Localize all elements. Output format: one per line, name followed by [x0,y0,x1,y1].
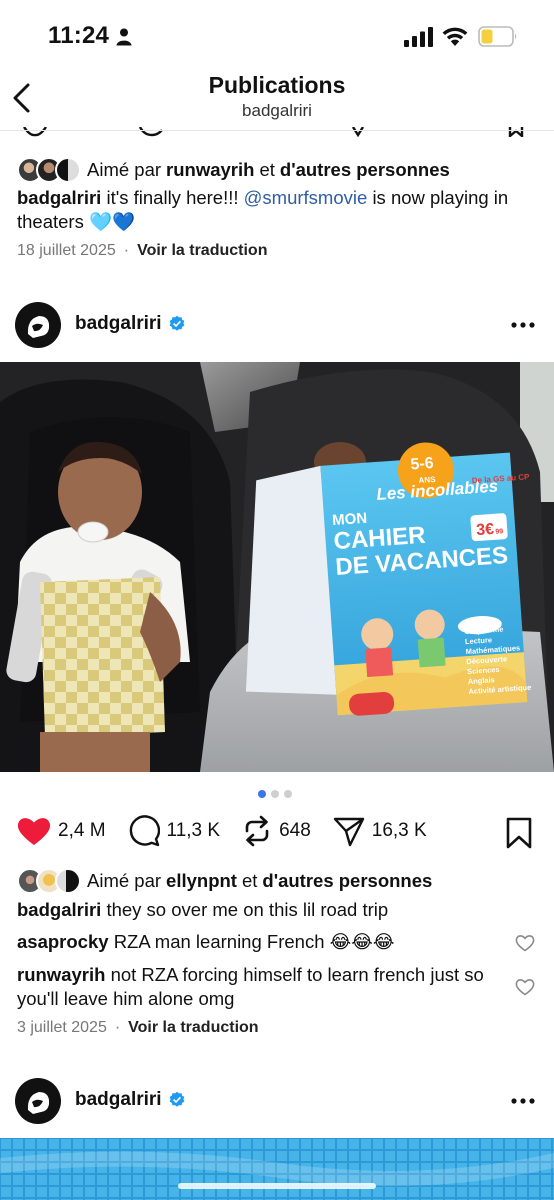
avatar[interactable] [15,302,61,348]
comment-button[interactable]: 11,3 K [128,815,221,847]
liked-and: et [241,870,258,891]
comment-item: runwayrih not RZA forcing himself to lea… [17,963,507,1011]
carousel-dot [258,790,266,798]
comments-count: 11,3 K [166,820,221,841]
wifi-icon [442,27,468,46]
post-meta: 3 juillet 2025 · Voir la traduction [17,1019,259,1037]
post-actions: 2,4 M 11,3 K 648 16,3 K [17,815,449,847]
post-caption: badgalriri they so over me on this lil r… [17,898,537,922]
signal-icon [404,27,433,47]
caption-username[interactable]: badgalriri [17,187,101,208]
like-button[interactable]: 2,4 M [17,816,106,846]
liked-prefix: Aimé par [87,870,162,891]
post-date: 3 juillet 2025 [17,1019,107,1036]
shares-count: 16,3 K [371,820,427,841]
comment-like-icon[interactable] [515,934,535,952]
home-indicator [178,1183,376,1189]
caption-text: it's finally here!!! [106,187,239,208]
avatar [55,868,81,894]
reposts-count: 648 [279,820,311,841]
avatar[interactable] [15,1078,61,1124]
person-icon [116,28,132,46]
next-post-image[interactable] [0,1138,554,1200]
header-divider [0,130,554,131]
status-time: 11:24 [48,22,110,49]
comment-icon [138,127,163,137]
page-title: Publications [208,72,346,98]
share-icon [333,817,364,847]
comment-item: asaprocky RZA man learning French 😂😂😂 [17,930,507,954]
heart-filled-icon [17,818,51,845]
carousel-dot [271,790,279,798]
book-ages: 5-6 [410,455,434,474]
verified-icon [169,1091,184,1107]
next-post-username[interactable]: badgalriri [75,1089,186,1111]
carousel-dot [284,790,292,798]
username-text[interactable]: badgalriri [75,313,162,335]
book-price-cents: 99 [495,528,503,536]
liked-by-row[interactable]: Aimé par ellynpnt et d'autres personnes [17,867,437,895]
liked-others[interactable]: d'autres personnes [280,159,450,180]
battery-icon [478,26,517,47]
post-image[interactable]: 5-6 ANS Les incollables MON CAHIER DE VA… [0,362,554,772]
liker-avatars [17,868,81,894]
liker-avatars [17,157,81,183]
book-subject: Anglais [467,675,495,686]
comment-text: RZA man learning French 😂😂😂 [113,931,395,952]
prev-caption: badgalriri it's finally here!!! @smurfsm… [17,186,537,234]
likes-count: 2,4 M [58,820,106,841]
caption-username[interactable]: badgalriri [17,899,101,920]
page-subtitle: badgalriri [242,101,312,120]
book-price: 3€ [476,521,495,539]
username-text[interactable]: badgalriri [75,1089,162,1111]
liked-prefix: Aimé par [87,159,162,180]
more-options-icon[interactable] [510,321,536,329]
verified-icon [169,315,184,331]
prev-meta: 18 juillet 2025 · Voir la traduction [17,242,268,260]
post-date: 18 juillet 2025 [17,242,116,259]
liked-by-user[interactable]: ellynpnt [166,870,237,891]
mention-link[interactable]: @smurfsmovie [244,187,368,208]
comment-like-icon[interactable] [515,978,535,996]
repost-button[interactable]: 648 [242,815,311,847]
bookmark-icon[interactable] [505,817,533,849]
share-icon [351,127,365,137]
liked-and: et [259,159,275,180]
repost-icon [245,815,269,847]
more-options-icon[interactable] [510,1097,536,1105]
comment-icon [129,815,160,847]
liked-others[interactable]: d'autres personnes [262,870,432,891]
avatar [55,157,81,183]
comment-username[interactable]: runwayrih [17,964,105,985]
post-username[interactable]: badgalriri [75,313,186,335]
caption-text: they so over me on this lil road trip [106,899,389,920]
book-subject: Lecture [465,635,493,646]
heart-icon [23,127,47,137]
comment-username[interactable]: asaprocky [17,931,109,952]
carousel-indicator [258,790,292,798]
bookmark-icon [508,127,524,137]
translate-link[interactable]: Voir la traduction [128,1019,258,1037]
liked-by-row[interactable]: Aimé par runwayrih et d'autres personnes [17,156,455,184]
share-button[interactable]: 16,3 K [333,815,427,847]
liked-by-user[interactable]: runwayrih [166,159,254,180]
translate-link[interactable]: Voir la traduction [137,242,267,260]
